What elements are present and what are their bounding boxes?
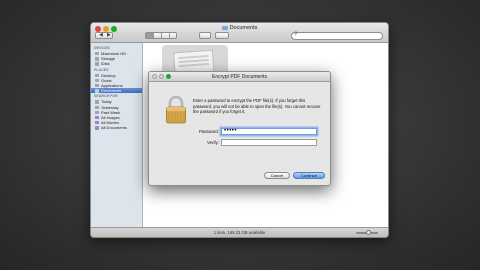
verify-field[interactable]: [221, 139, 317, 146]
idisk-icon: [95, 62, 99, 66]
window-title-text: Documents: [229, 25, 258, 31]
finder-statusbar: 1 item, 169.23 GB available: [91, 227, 388, 237]
dialog-message: Enter a password to encrypt the PDF file…: [193, 98, 321, 115]
password-value: •••••: [224, 128, 238, 134]
column-view-icon[interactable]: [162, 33, 170, 38]
documents-icon: [95, 89, 99, 93]
smart-folder-icon: [95, 126, 99, 130]
verify-label: Verify:: [207, 140, 219, 145]
hard-disk-icon: [95, 57, 99, 61]
sidebar-item-idisk[interactable]: iDisk: [91, 61, 142, 66]
quicklook-eye-icon[interactable]: [199, 32, 211, 39]
search-input[interactable]: ⚲: [291, 31, 383, 40]
continue-button[interactable]: Continue: [293, 172, 325, 179]
status-text: 1 item, 169.23 GB available: [213, 230, 266, 235]
cancel-button[interactable]: Cancel: [264, 172, 290, 179]
encrypt-pdf-dialog: Encrypt PDF Documents Enter a password t…: [148, 71, 331, 186]
lock-icon: [166, 95, 186, 124]
sidebar-item-label: iDisk: [101, 61, 110, 67]
folder-icon: [221, 25, 228, 30]
hard-disk-icon: [95, 52, 99, 56]
window-title: Documents: [91, 25, 388, 31]
search-icon: ⚲: [294, 31, 298, 37]
view-mode-buttons[interactable]: [145, 32, 177, 39]
password-label: Password:: [198, 129, 219, 134]
dialog-title: Encrypt PDF Documents: [211, 74, 268, 80]
dialog-titlebar: Encrypt PDF Documents: [149, 72, 330, 82]
applications-icon: [95, 83, 99, 88]
sidebar-item-label: All Documents: [101, 125, 127, 131]
gear-icon[interactable]: [215, 32, 229, 39]
smart-folder-icon: [95, 121, 99, 125]
finder-sidebar: DEVICES Macintosh HD Storage iDisk PLACE…: [91, 43, 143, 227]
clock-icon: [95, 110, 99, 115]
coverflow-view-icon[interactable]: [170, 33, 178, 38]
sidebar-item-label: Documents: [101, 88, 122, 94]
clock-icon: [95, 105, 99, 109]
finder-titlebar: Documents ◀ ▶ ⚲: [91, 23, 388, 43]
smart-folder-icon: [95, 115, 99, 120]
back-forward-buttons[interactable]: ◀ ▶: [95, 32, 113, 39]
forward-icon[interactable]: ▶: [107, 32, 111, 38]
sidebar-item-documents[interactable]: Documents: [91, 88, 142, 94]
icon-size-slider[interactable]: [356, 230, 378, 235]
desktop-icon: [95, 73, 99, 77]
back-icon[interactable]: ◀: [99, 32, 103, 38]
clock-icon: [95, 100, 99, 104]
finder-toolbar: ◀ ▶ ⚲: [91, 31, 388, 43]
slider-knob[interactable]: [366, 230, 371, 235]
home-icon: [95, 78, 99, 83]
sidebar-item-all-documents[interactable]: All Documents: [91, 125, 142, 130]
list-view-icon[interactable]: [154, 33, 162, 38]
password-field[interactable]: •••••: [221, 128, 317, 135]
icon-view-icon[interactable]: [146, 33, 154, 38]
